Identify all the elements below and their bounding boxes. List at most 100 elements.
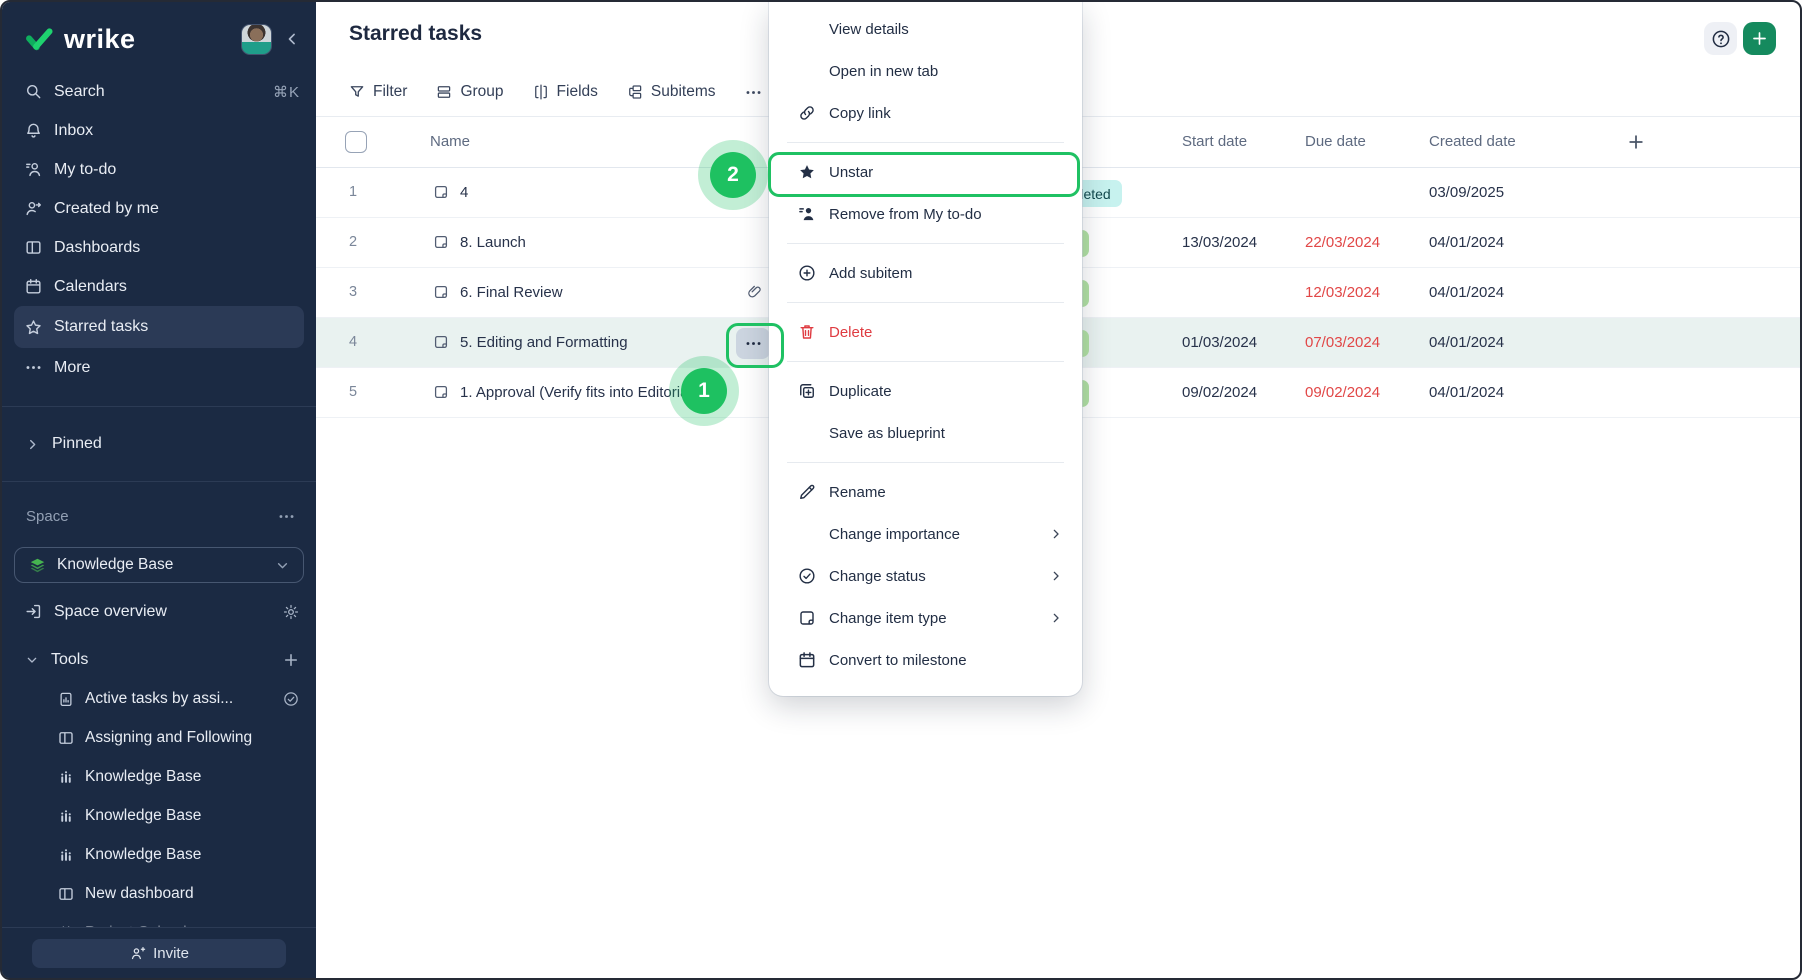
chevron-right-icon <box>1048 526 1064 542</box>
menu-item-label: Duplicate <box>829 383 892 400</box>
toolbar-more-button[interactable] <box>744 83 763 102</box>
due-date-overdue: 22/03/2024 <box>1305 234 1380 251</box>
task-name[interactable]: 4 <box>460 184 468 201</box>
task-doc-icon <box>432 183 450 201</box>
sidebar: wrike Search ⌘K Inbox My to-do Created b… <box>2 2 316 978</box>
star-icon <box>24 318 43 337</box>
menu-item-change-item-type[interactable]: Change item type <box>769 597 1082 639</box>
tool-item-knowledge-base-1[interactable]: Knowledge Base <box>2 757 316 796</box>
tool-item-knowledge-base-3[interactable]: Knowledge Base <box>2 835 316 874</box>
chevron-down-icon <box>274 557 291 574</box>
row-number: 5 <box>340 384 366 400</box>
sidebar-item-space-overview[interactable]: Space overview <box>2 592 316 631</box>
menu-item-label: Save as blueprint <box>829 425 945 442</box>
task-doc-icon <box>432 283 450 301</box>
tool-item-label: Knowledge Base <box>85 846 201 864</box>
menu-item-save-as-blueprint[interactable]: Save as blueprint <box>769 412 1082 454</box>
dashboard-icon <box>57 729 75 747</box>
dots-icon <box>24 358 43 377</box>
row-number: 1 <box>340 184 366 200</box>
menu-item-duplicate[interactable]: Duplicate <box>769 370 1082 412</box>
group-label: Group <box>460 83 503 101</box>
menu-item-change-importance[interactable]: Change importance <box>769 513 1082 555</box>
menu-item-label: Change importance <box>829 526 960 543</box>
sidebar-item-more[interactable]: More <box>2 348 316 387</box>
sidebar-item-created-by-me[interactable]: Created by me <box>2 189 316 228</box>
menu-divider <box>787 361 1064 362</box>
tool-item-label: Knowledge Base <box>85 768 201 786</box>
sidebar-item-label: More <box>54 359 90 377</box>
add-tool-plus-icon[interactable] <box>282 651 300 669</box>
sidebar-item-inbox[interactable]: Inbox <box>2 111 316 150</box>
chevron-right-icon <box>24 436 41 453</box>
start-date: 13/03/2024 <box>1182 234 1257 251</box>
person-arrow-icon <box>24 199 43 218</box>
sidebar-item-my-todo[interactable]: My to-do <box>2 150 316 189</box>
menu-item-add-subitem[interactable]: Add subitem <box>769 252 1082 294</box>
fields-button[interactable]: Fields <box>532 83 598 101</box>
column-header-start-date[interactable]: Start date <box>1182 133 1247 150</box>
select-all-checkbox[interactable] <box>345 131 367 153</box>
wrike-logo-icon <box>22 25 56 53</box>
menu-item-view-details[interactable]: View details <box>769 8 1082 50</box>
sidebar-item-dashboards[interactable]: Dashboards <box>2 228 316 267</box>
sidebar-item-search[interactable]: Search ⌘K <box>2 72 316 111</box>
sidebar-item-calendars[interactable]: Calendars <box>2 267 316 306</box>
help-button[interactable] <box>1704 22 1737 55</box>
invite-button[interactable]: Invite <box>32 939 286 968</box>
sidebar-section-tools[interactable]: Tools <box>2 640 316 679</box>
group-button[interactable]: Group <box>435 83 503 101</box>
task-name[interactable]: 8. Launch <box>460 234 526 251</box>
view-toolbar: Filter Group Fields Subitems <box>348 79 763 105</box>
menu-item-rename[interactable]: Rename <box>769 471 1082 513</box>
subitems-icon <box>626 83 644 101</box>
space-selector[interactable]: Knowledge Base <box>14 547 304 583</box>
task-doc-icon <box>432 383 450 401</box>
create-new-button[interactable] <box>1743 22 1776 55</box>
tool-item-assigning-following[interactable]: Assigning and Following <box>2 718 316 757</box>
bell-icon <box>24 121 43 140</box>
task-name[interactable]: 1. Approval (Verify fits into Editorial … <box>460 384 723 401</box>
due-date-overdue: 09/02/2024 <box>1305 384 1380 401</box>
avatar[interactable] <box>241 24 272 55</box>
menu-item-label: Unstar <box>829 164 873 181</box>
tool-item-new-dashboard[interactable]: New dashboard <box>2 874 316 913</box>
star-filled-icon <box>797 162 817 182</box>
column-header-created-date[interactable]: Created date <box>1429 133 1516 150</box>
filter-label: Filter <box>373 83 407 101</box>
wrike-wordmark: wrike <box>64 24 136 55</box>
menu-item-label: Delete <box>829 324 872 341</box>
tool-item-knowledge-base-2[interactable]: Knowledge Base <box>2 796 316 835</box>
filter-button[interactable]: Filter <box>348 83 407 101</box>
menu-item-unstar[interactable]: Unstar <box>769 151 1082 193</box>
subitems-button[interactable]: Subitems <box>626 83 716 101</box>
menu-item-delete[interactable]: Delete <box>769 311 1082 353</box>
task-name[interactable]: 6. Final Review <box>460 284 563 301</box>
check-circle-icon[interactable] <box>282 690 300 708</box>
column-header-due-date[interactable]: Due date <box>1305 133 1366 150</box>
fields-label: Fields <box>557 83 598 101</box>
column-header-name[interactable]: Name <box>430 133 470 150</box>
sidebar-item-starred-tasks[interactable]: Starred tasks <box>14 306 304 348</box>
menu-item-label: Open in new tab <box>829 63 938 80</box>
collapse-sidebar-icon[interactable] <box>282 29 302 49</box>
row-more-actions-button[interactable] <box>736 328 770 359</box>
task-doc-icon <box>432 333 450 351</box>
sidebar-pinned-section[interactable]: Pinned <box>2 406 316 482</box>
row-number: 3 <box>340 284 366 300</box>
menu-item-open-in-new-tab[interactable]: Open in new tab <box>769 50 1082 92</box>
space-menu-dots-icon[interactable] <box>277 507 296 526</box>
tool-item-label: New dashboard <box>85 885 194 903</box>
menu-item-convert-to-milestone[interactable]: Convert to milestone <box>769 639 1082 681</box>
menu-item-label: Rename <box>829 484 886 501</box>
add-column-plus-icon[interactable] <box>1626 132 1646 152</box>
gear-icon[interactable] <box>282 603 300 621</box>
space-section-header: Space <box>2 507 316 526</box>
sidebar-item-label: Dashboards <box>54 239 140 257</box>
tool-item-active-tasks[interactable]: Active tasks by assi... <box>2 679 316 718</box>
menu-item-remove-from-my-todo[interactable]: Remove from My to-do <box>769 193 1082 235</box>
menu-divider <box>787 243 1064 244</box>
task-name[interactable]: 5. Editing and Formatting <box>460 334 628 351</box>
menu-item-change-status[interactable]: Change status <box>769 555 1082 597</box>
menu-item-copy-link[interactable]: Copy link <box>769 92 1082 134</box>
